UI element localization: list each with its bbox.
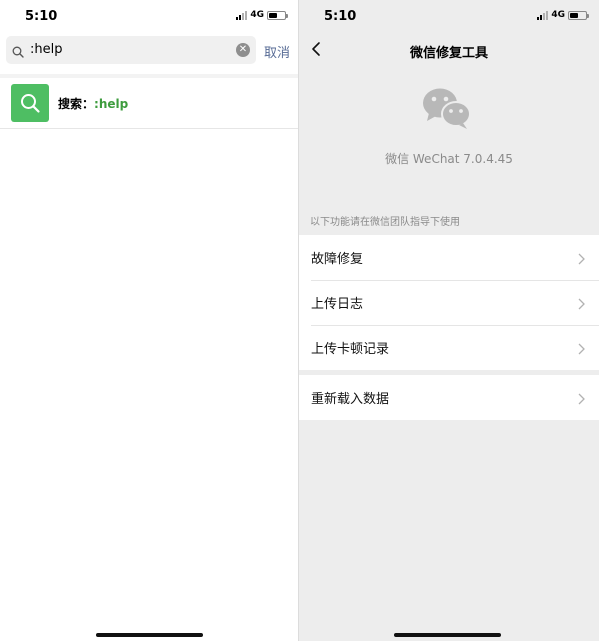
menu-item-reload-data[interactable]: 重新载入数据 <box>299 375 599 420</box>
search-query-text[interactable]: :help <box>30 42 62 57</box>
search-icon <box>12 43 24 62</box>
home-indicator[interactable] <box>96 633 203 637</box>
menu-item-label: 上传日志 <box>311 297 364 312</box>
status-indicators: 4G <box>236 10 288 20</box>
search-result-label: 搜索：:help <box>58 95 128 112</box>
navigation-bar: 微信修复工具 <box>299 32 599 68</box>
home-indicator[interactable] <box>394 633 501 637</box>
search-screen: 5:10 4G :help ✕ 取消 搜索：:help <box>0 0 298 641</box>
chevron-right-icon <box>578 295 585 314</box>
wechat-logo-icon <box>421 86 473 134</box>
signal-icon <box>537 10 549 20</box>
search-input[interactable]: :help ✕ <box>6 36 256 64</box>
chevron-right-icon <box>578 250 585 269</box>
repair-tool-screen: 5:10 4G 微信修复工具 微信 WeChat 7.0.4.45 以下功能请在… <box>299 0 599 641</box>
search-result-row[interactable]: 搜索：:help <box>0 78 298 129</box>
status-indicators: 4G <box>537 10 589 20</box>
status-time: 5:10 <box>25 9 58 24</box>
menu-item-upload-log[interactable]: 上传日志 <box>299 280 599 325</box>
network-type: 4G <box>551 10 565 20</box>
search-icon <box>11 84 49 122</box>
network-type: 4G <box>250 10 264 20</box>
menu-item-label: 故障修复 <box>311 252 364 267</box>
search-result-keyword: :help <box>94 97 129 111</box>
app-version: 微信 WeChat 7.0.4.45 <box>385 152 513 166</box>
battery-icon <box>568 10 589 20</box>
signal-icon <box>236 10 248 20</box>
status-bar: 5:10 4G <box>0 0 298 32</box>
cancel-button[interactable]: 取消 <box>264 42 290 61</box>
menu-item-label: 上传卡顿记录 <box>311 342 390 357</box>
menu-item-label: 重新载入数据 <box>311 392 390 407</box>
status-time: 5:10 <box>324 9 357 24</box>
menu-item-fault-repair[interactable]: 故障修复 <box>299 235 599 280</box>
battery-icon <box>267 10 288 20</box>
menu-group-primary: 故障修复 上传日志 上传卡顿记录 <box>299 235 599 370</box>
menu-group-secondary: 重新载入数据 <box>299 375 599 420</box>
page-title: 微信修复工具 <box>409 46 488 61</box>
chevron-right-icon <box>578 340 585 359</box>
clear-icon[interactable]: ✕ <box>236 43 250 57</box>
chevron-right-icon <box>578 390 585 409</box>
search-result-prefix: 搜索： <box>58 97 95 111</box>
status-bar: 5:10 4G <box>299 0 599 32</box>
menu-item-upload-lag-record[interactable]: 上传卡顿记录 <box>299 325 599 370</box>
section-hint: 以下功能请在微信团队指导下使用 <box>310 217 460 228</box>
